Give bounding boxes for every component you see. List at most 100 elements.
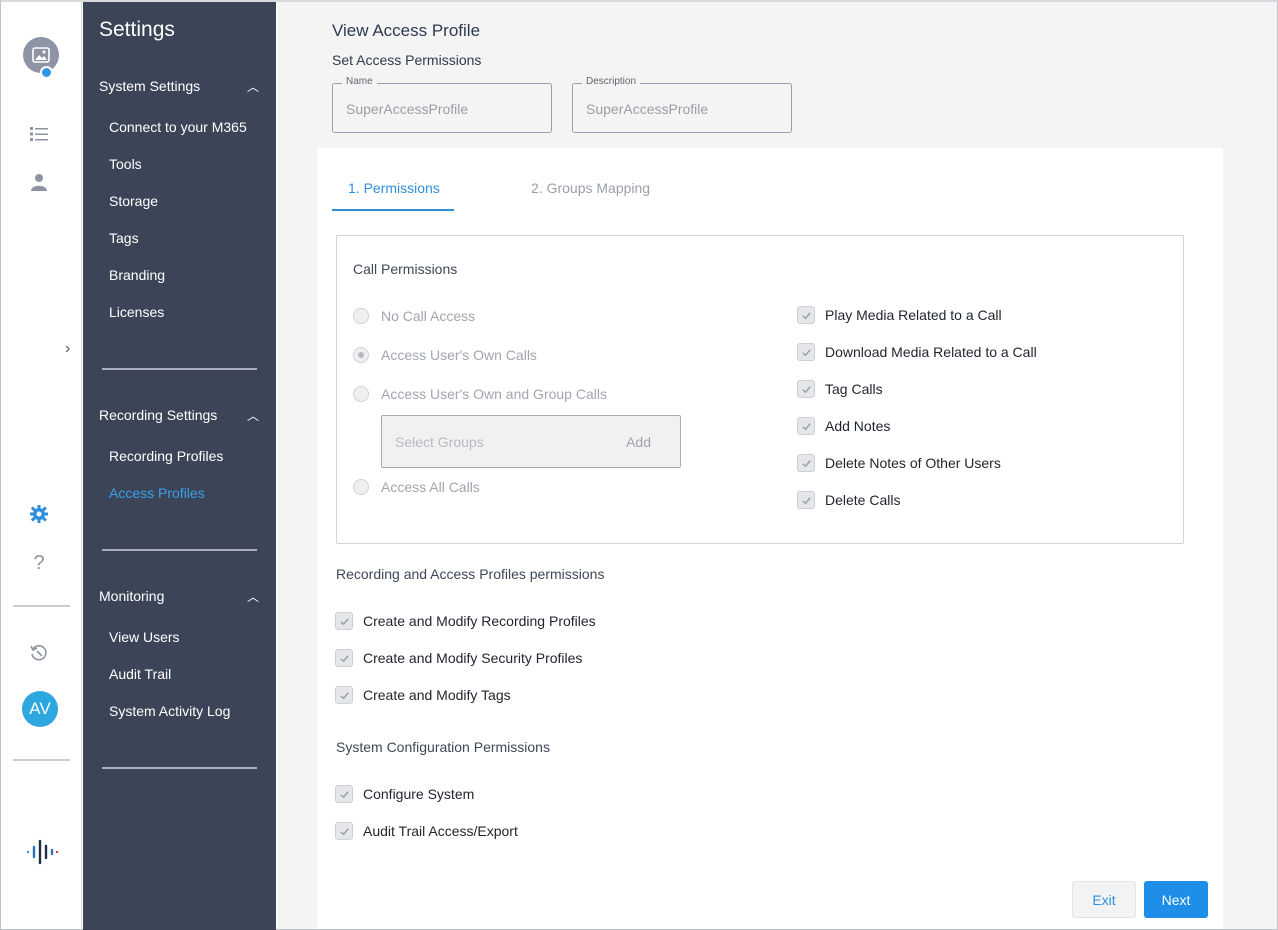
checkbox-label: Delete Calls — [825, 492, 901, 508]
tab-permissions[interactable]: 1. Permissions — [348, 180, 440, 196]
checkbox-label: Delete Notes of Other Users — [825, 455, 1001, 471]
rail-divider — [13, 759, 70, 761]
chevron-up-icon[interactable]: ︿ — [247, 407, 259, 424]
exit-button[interactable]: Exit — [1072, 881, 1136, 918]
check-icon — [801, 348, 811, 356]
sidebar-item-licenses[interactable]: Licenses — [109, 304, 164, 320]
checkbox[interactable] — [797, 306, 815, 324]
check-icon — [339, 654, 349, 662]
help-icon[interactable]: ? — [27, 551, 51, 575]
check-icon — [801, 311, 811, 319]
checkbox-label: Download Media Related to a Call — [825, 344, 1037, 360]
sidebar-item-system-activity-log[interactable]: System Activity Log — [109, 703, 230, 719]
checkbox[interactable] — [797, 491, 815, 509]
section-label: System Settings — [99, 78, 201, 94]
checkbox[interactable] — [797, 343, 815, 361]
description-value: SuperAccessProfile — [586, 101, 709, 117]
radio-button[interactable] — [353, 386, 369, 402]
sidebar-item-recording-profiles[interactable]: Recording Profiles — [109, 448, 223, 464]
checkbox[interactable] — [335, 822, 353, 840]
gear-icon[interactable] — [27, 502, 51, 526]
permissions-card: 1. Permissions 2. Groups Mapping Call Pe… — [317, 148, 1223, 929]
sidebar-item-connect-m365[interactable]: Connect to your M365 — [109, 119, 247, 135]
check-icon — [339, 790, 349, 798]
radio-button[interactable] — [353, 308, 369, 324]
sidebar-item-tools[interactable]: Tools — [109, 156, 142, 172]
icon-rail: › ? AV — [1, 2, 82, 929]
check-icon — [801, 496, 811, 504]
page-title: View Access Profile — [332, 21, 481, 40]
radio-button[interactable] — [353, 347, 369, 363]
section-monitoring[interactable]: Monitoring ︿ — [99, 588, 259, 604]
checkbox-label: Create and Modify Recording Profiles — [363, 613, 596, 629]
sidebar-item-storage[interactable]: Storage — [109, 193, 158, 209]
checkbox[interactable] — [335, 612, 353, 630]
checkbox-label: Add Notes — [825, 418, 891, 434]
user-avatar[interactable]: AV — [22, 691, 58, 727]
tab-groups-mapping[interactable]: 2. Groups Mapping — [531, 180, 650, 196]
radio-label: Access All Calls — [381, 479, 480, 495]
sidebar-divider — [102, 549, 257, 551]
sidebar-item-access-profiles[interactable]: Access Profiles — [109, 485, 205, 501]
check-icon — [801, 385, 811, 393]
radio-button[interactable] — [353, 479, 369, 495]
profile-picture[interactable] — [23, 37, 59, 79]
sidebar-divider — [102, 767, 257, 769]
section-label: Recording Settings — [99, 407, 218, 423]
page-subtitle: Set Access Permissions — [332, 52, 482, 68]
sidebar-title: Settings — [99, 18, 175, 41]
next-button[interactable]: Next — [1144, 881, 1208, 918]
checkbox-label: Create and Modify Tags — [363, 687, 511, 703]
radio-label: No Call Access — [381, 308, 476, 324]
user-icon[interactable] — [27, 170, 51, 194]
select-groups-field[interactable]: Select Groups Add — [381, 415, 681, 468]
section-recording-settings[interactable]: Recording Settings ︿ — [99, 407, 259, 423]
sidebar-item-view-users[interactable]: View Users — [109, 629, 180, 645]
call-permissions-heading: Call Permissions — [353, 261, 458, 277]
checkbox-label: Audit Trail Access/Export — [363, 823, 518, 839]
main-content: View Access Profile Set Access Permissio… — [277, 2, 1277, 929]
add-group-button[interactable]: Add — [626, 434, 651, 450]
tab-active-indicator — [332, 209, 454, 211]
image-icon — [32, 47, 50, 63]
description-label: Description — [582, 76, 641, 87]
description-field[interactable]: Description SuperAccessProfile — [572, 76, 792, 133]
status-badge — [40, 66, 53, 79]
sidebar-divider — [102, 368, 257, 370]
checkbox-label: Play Media Related to a Call — [825, 307, 1002, 323]
checkbox-label: Tag Calls — [825, 381, 883, 397]
select-groups-placeholder: Select Groups — [395, 434, 484, 450]
checkbox[interactable] — [335, 686, 353, 704]
recording-permissions-heading: Recording and Access Profiles permission… — [336, 566, 605, 582]
sidebar-item-tags[interactable]: Tags — [109, 230, 139, 246]
check-icon — [801, 422, 811, 430]
check-icon — [339, 827, 349, 835]
name-label: Name — [342, 76, 377, 87]
radio-label: Access User's Own and Group Calls — [381, 386, 607, 402]
app-logo-icon — [25, 839, 59, 865]
rail-divider — [13, 605, 70, 607]
system-permissions-heading: System Configuration Permissions — [336, 739, 550, 755]
radio-label: Access User's Own Calls — [381, 347, 537, 363]
sidebar-item-branding[interactable]: Branding — [109, 267, 165, 283]
section-system-settings[interactable]: System Settings ︿ — [99, 78, 259, 94]
name-field[interactable]: Name SuperAccessProfile — [332, 76, 552, 133]
name-value: SuperAccessProfile — [346, 101, 469, 117]
expand-chevron-icon[interactable]: › — [65, 340, 70, 358]
checkbox[interactable] — [335, 649, 353, 667]
sidebar-item-audit-trail[interactable]: Audit Trail — [109, 666, 171, 682]
checkbox-label: Configure System — [363, 786, 475, 802]
call-permissions-box: Call Permissions No Call Access Access U… — [336, 235, 1184, 544]
list-icon[interactable] — [27, 122, 51, 146]
checkbox[interactable] — [797, 454, 815, 472]
checkbox-label: Create and Modify Security Profiles — [363, 650, 583, 666]
checkbox[interactable] — [335, 785, 353, 803]
checkbox[interactable] — [797, 417, 815, 435]
checkbox[interactable] — [797, 380, 815, 398]
history-tag-icon[interactable] — [27, 641, 51, 665]
chevron-up-icon[interactable]: ︿ — [247, 588, 259, 605]
chevron-up-icon[interactable]: ︿ — [247, 78, 259, 95]
check-icon — [801, 459, 811, 467]
check-icon — [339, 617, 349, 625]
check-icon — [339, 691, 349, 699]
